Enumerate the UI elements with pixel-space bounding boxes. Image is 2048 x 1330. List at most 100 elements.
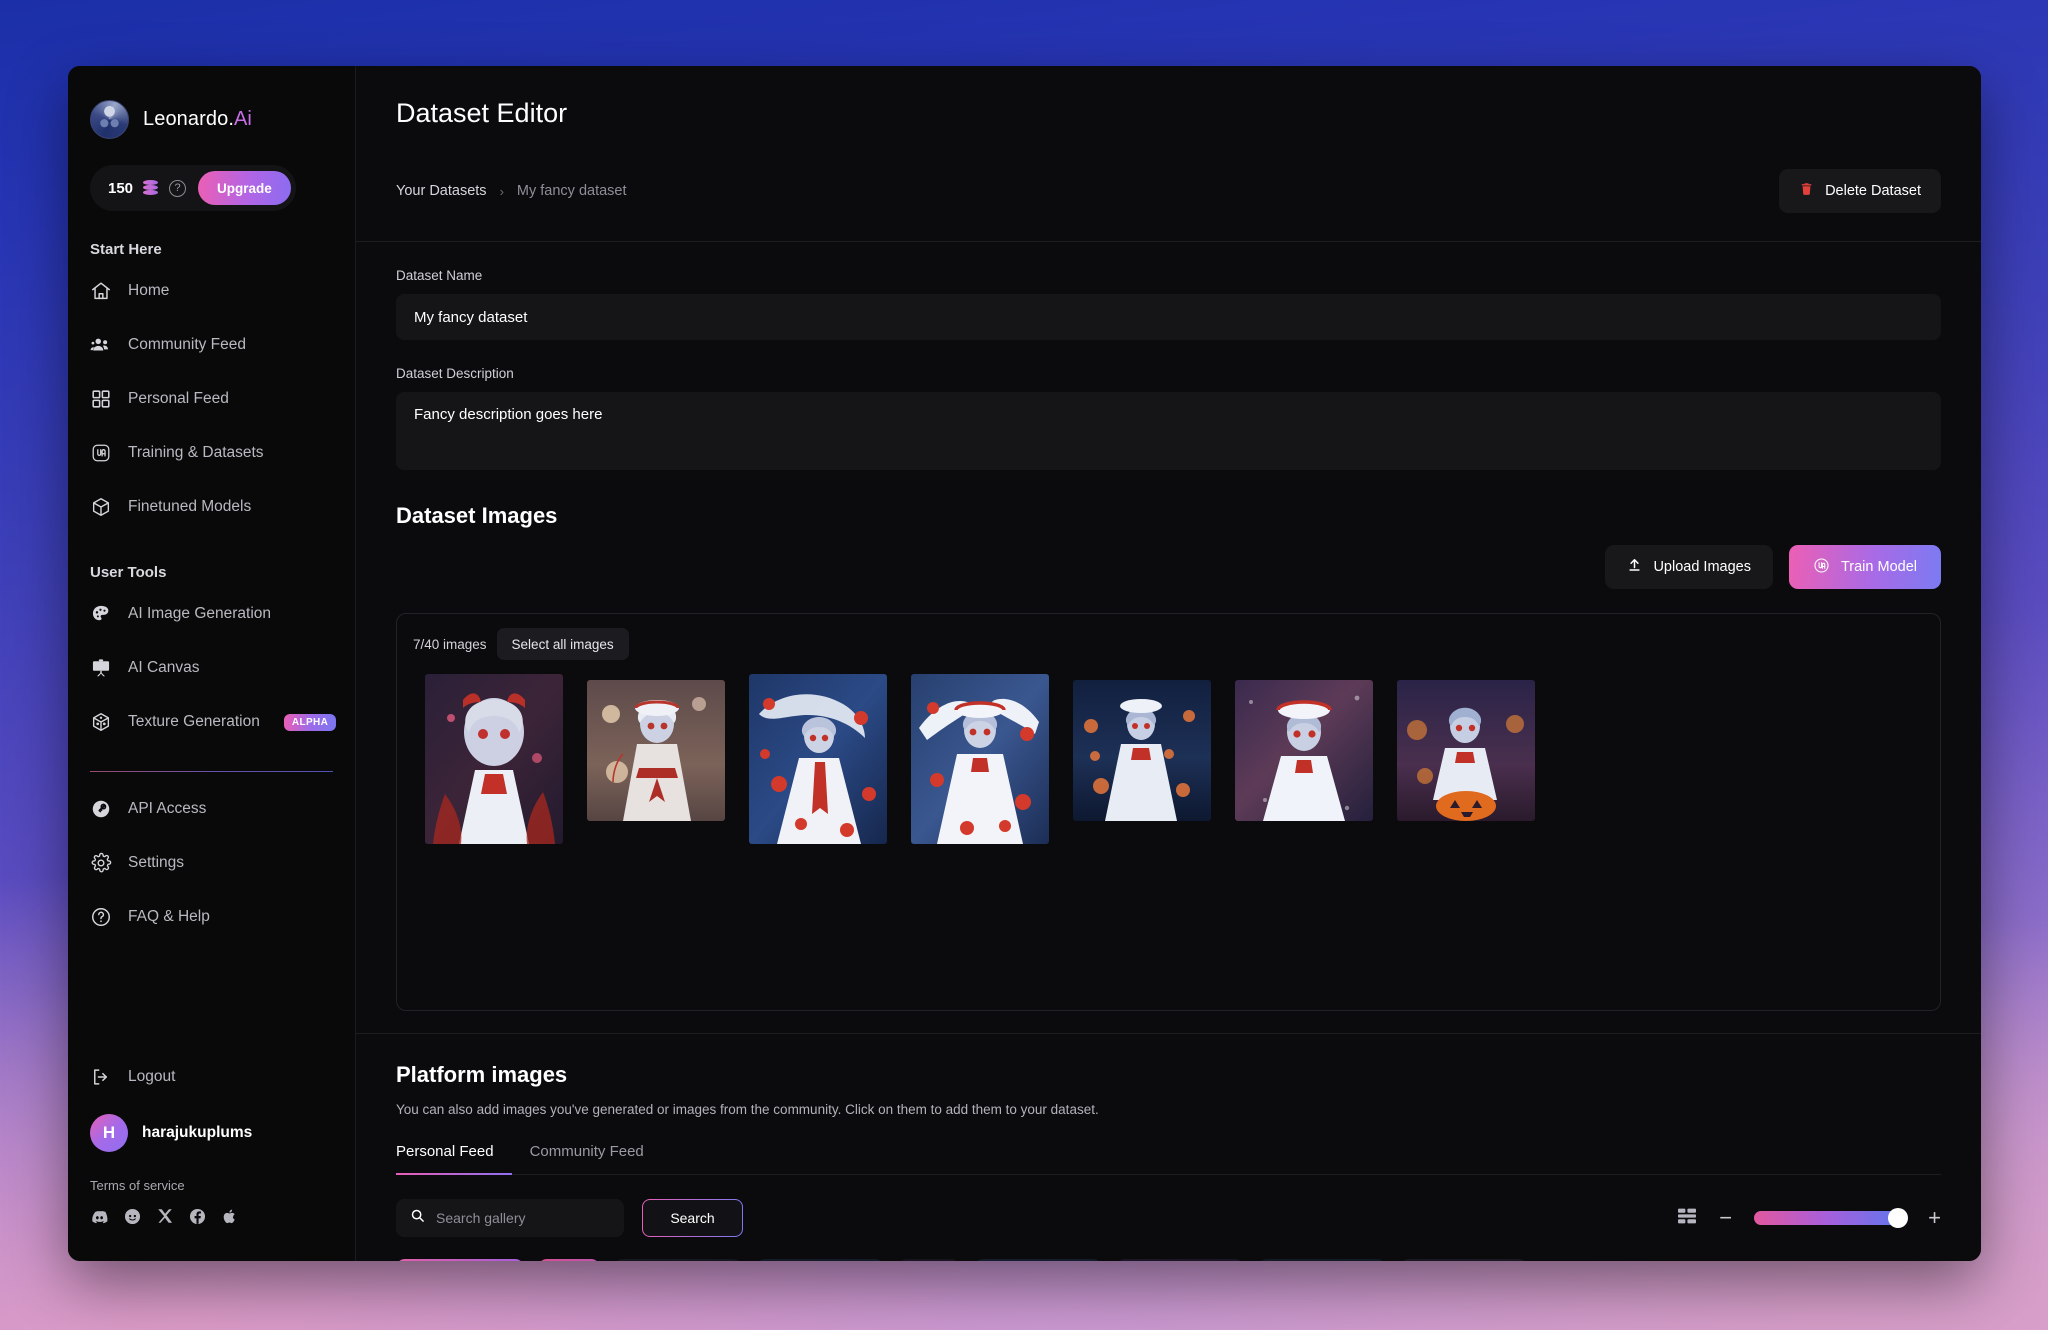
train-model-label: Train Model bbox=[1840, 559, 1917, 575]
feed-thumbnail[interactable] bbox=[538, 1259, 600, 1261]
feed-thumbnail-strip bbox=[396, 1237, 1941, 1261]
page-title: Dataset Editor bbox=[396, 98, 568, 128]
cube-icon bbox=[90, 496, 112, 518]
help-circle-icon[interactable]: ? bbox=[169, 179, 187, 197]
upgrade-button[interactable]: Upgrade bbox=[198, 171, 291, 205]
platform-images-section: Platform images You can also add images … bbox=[356, 1033, 1981, 1261]
search-button[interactable]: Search bbox=[642, 1199, 743, 1237]
feed-thumbnail[interactable] bbox=[1400, 1259, 1528, 1261]
sidebar-item-label: Finetuned Models bbox=[128, 498, 252, 515]
breadcrumb-current: My fancy dataset bbox=[516, 183, 627, 199]
sidebar-item-label: Texture Generation bbox=[128, 713, 260, 730]
easel-icon bbox=[90, 657, 112, 679]
sidebar-item-ai-image-generation[interactable]: AI Image Generation bbox=[68, 587, 355, 641]
sidebar-item-ai-canvas[interactable]: AI Canvas bbox=[68, 641, 355, 695]
dataset-name-input[interactable] bbox=[396, 294, 1941, 340]
sidebar-item-label: Training & Datasets bbox=[128, 444, 264, 461]
search-input[interactable] bbox=[436, 1210, 610, 1226]
brand-name-suffix: Ai bbox=[233, 108, 252, 130]
dataset-actions: Upload Images Train Model bbox=[356, 529, 1981, 589]
sidebar-item-home[interactable]: Home bbox=[68, 264, 355, 318]
zoom-slider[interactable] bbox=[1754, 1208, 1909, 1228]
dataset-images-panel: 7/40 images Select all images bbox=[396, 613, 1941, 1011]
layout-grid-icon[interactable] bbox=[1677, 1207, 1697, 1230]
platform-images-description: You can also add images you've generated… bbox=[396, 1102, 1099, 1117]
tabs-divider bbox=[396, 1173, 1941, 1175]
social-links bbox=[68, 1193, 355, 1231]
feed-thumbnail[interactable] bbox=[614, 1259, 742, 1261]
dataset-thumbnail[interactable] bbox=[425, 674, 563, 844]
zoom-out-button[interactable]: − bbox=[1719, 1207, 1732, 1229]
gallery-toolbar: Search − + bbox=[396, 1175, 1941, 1237]
sidebar-item-label: AI Canvas bbox=[128, 659, 200, 676]
training-icon bbox=[90, 442, 112, 464]
people-icon bbox=[90, 334, 112, 356]
dataset-name-label: Dataset Name bbox=[396, 268, 483, 283]
select-all-images-button[interactable]: Select all images bbox=[496, 628, 629, 660]
x-icon[interactable] bbox=[156, 1207, 174, 1231]
sidebar-item-finetuned-models[interactable]: Finetuned Models bbox=[68, 480, 355, 534]
zoom-in-button[interactable]: + bbox=[1928, 1207, 1941, 1229]
terms-of-service-link[interactable]: Terms of service bbox=[68, 1152, 355, 1193]
feed-thumbnail[interactable] bbox=[1258, 1259, 1386, 1261]
thumbnail-row bbox=[397, 660, 1940, 844]
feed-tabs: Personal Feed Community Feed bbox=[396, 1143, 1941, 1174]
credits-pill: 150 ? Upgrade bbox=[90, 165, 296, 211]
delete-dataset-label: Delete Dataset bbox=[1825, 183, 1921, 199]
sidebar-item-personal-feed[interactable]: Personal Feed bbox=[68, 372, 355, 426]
sidebar-item-label: API Access bbox=[128, 800, 207, 817]
dataset-thumbnail[interactable] bbox=[1073, 680, 1211, 821]
sidebar-item-label: Community Feed bbox=[128, 336, 247, 353]
sidebar-item-settings[interactable]: Settings bbox=[68, 836, 355, 890]
facebook-icon[interactable] bbox=[188, 1207, 207, 1231]
texture-cube-icon bbox=[90, 711, 112, 733]
feed-thumbnail[interactable] bbox=[1116, 1259, 1244, 1261]
start-here-heading: Start Here bbox=[90, 241, 162, 258]
logout-button[interactable]: Logout bbox=[68, 1054, 355, 1100]
brand-name-text: Leonardo. bbox=[143, 108, 234, 130]
dataset-thumbnail[interactable] bbox=[1397, 680, 1535, 821]
tab-personal-feed[interactable]: Personal Feed bbox=[396, 1143, 494, 1174]
upload-images-button[interactable]: Upload Images bbox=[1605, 545, 1773, 589]
user-profile[interactable]: H harajukuplums bbox=[68, 1100, 355, 1152]
search-icon bbox=[410, 1208, 425, 1228]
home-icon bbox=[90, 280, 112, 302]
dataset-thumbnail[interactable] bbox=[587, 680, 725, 821]
brand-name: Leonardo.Ai bbox=[143, 108, 252, 131]
dataset-thumbnail[interactable] bbox=[1235, 680, 1373, 821]
sidebar-item-training-datasets[interactable]: Training & Datasets bbox=[68, 426, 355, 480]
zoom-slider-thumb[interactable] bbox=[1888, 1208, 1909, 1228]
apple-icon[interactable] bbox=[221, 1207, 239, 1231]
reddit-icon[interactable] bbox=[123, 1207, 142, 1231]
breadcrumb-root-link[interactable]: Your Datasets bbox=[396, 183, 487, 199]
page-header: Dataset Editor bbox=[356, 66, 1981, 129]
tab-community-feed[interactable]: Community Feed bbox=[530, 1143, 644, 1174]
avatar: H bbox=[90, 1114, 128, 1152]
feed-thumbnail[interactable] bbox=[396, 1259, 524, 1261]
gear-icon bbox=[90, 852, 112, 874]
delete-dataset-button[interactable]: Delete Dataset bbox=[1779, 169, 1941, 213]
sidebar-item-community-feed[interactable]: Community Feed bbox=[68, 318, 355, 372]
palette-icon bbox=[90, 603, 112, 625]
chevron-right-icon: › bbox=[499, 183, 504, 199]
leonardo-logo-icon bbox=[90, 100, 129, 139]
sidebar: Leonardo.Ai 150 ? Upgrade Start Here Hom… bbox=[68, 66, 356, 1261]
sidebar-item-faq-help[interactable]: FAQ & Help bbox=[68, 890, 355, 944]
user-tools-heading: User Tools bbox=[90, 564, 167, 581]
feed-thumbnail[interactable] bbox=[974, 1259, 1102, 1261]
sidebar-item-texture-generation[interactable]: Texture Generation ALPHA bbox=[68, 695, 355, 749]
dataset-thumbnail[interactable] bbox=[749, 674, 887, 844]
user-tools-nav: AI Image Generation AI Canvas Texture Ge… bbox=[68, 587, 355, 749]
utility-nav: API Access Settings FAQ & Help bbox=[68, 782, 355, 944]
train-model-button[interactable]: Train Model bbox=[1788, 545, 1941, 589]
sidebar-item-label: Personal Feed bbox=[128, 390, 229, 407]
feed-thumbnail[interactable] bbox=[756, 1259, 884, 1261]
sidebar-item-label: Home bbox=[128, 282, 170, 299]
brand[interactable]: Leonardo.Ai bbox=[68, 66, 355, 139]
feed-thumbnail[interactable] bbox=[898, 1259, 960, 1261]
sidebar-item-api-access[interactable]: API Access bbox=[68, 782, 355, 836]
discord-icon[interactable] bbox=[90, 1207, 109, 1231]
dataset-thumbnail[interactable] bbox=[911, 674, 1049, 844]
dataset-description-input[interactable] bbox=[396, 392, 1941, 470]
search-input-wrapper[interactable] bbox=[396, 1199, 624, 1237]
